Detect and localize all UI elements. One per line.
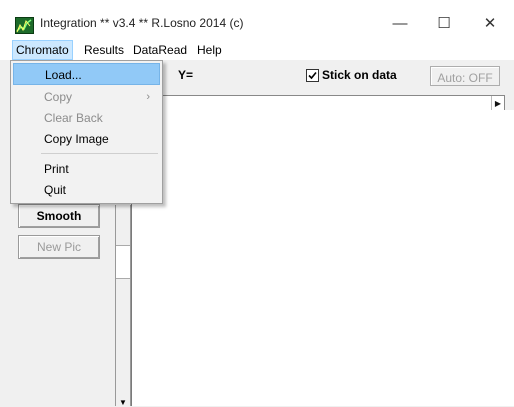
horizontal-scrollbar[interactable]: ▶ [131,95,505,111]
vertical-scroll-thumb[interactable] [116,245,130,279]
smooth-button[interactable]: Smooth [18,204,100,228]
menu-results[interactable]: Results [81,41,127,59]
scroll-down-arrow-icon[interactable]: ▼ [118,399,128,407]
stick-on-data-label: Stick on data [322,68,397,82]
menu-item-label: Quit [44,183,67,197]
menu-help[interactable]: Help [194,41,225,59]
menu-item-load[interactable]: Load... [13,63,160,85]
title-bar: Integration ** v3.4 ** R.Losno 2014 (c) … [0,0,514,40]
menu-separator [41,153,158,154]
menu-item-label: Copy [44,90,73,104]
menu-dataread[interactable]: DataRead [130,41,190,59]
plot-canvas[interactable] [131,110,514,406]
menu-bar: Chromato Results DataRead Help [0,40,514,60]
vertical-scrollbar[interactable]: ▼ [115,205,131,407]
window-title: Integration ** v3.4 ** R.Losno 2014 (c) [40,16,244,30]
chromato-dropdown-menu: Load... Copy › Clear Back Copy Image Pri… [10,60,163,204]
menu-chromato[interactable]: Chromato [12,40,73,60]
menu-item-copy[interactable]: Copy › [13,86,160,108]
app-icon [15,17,34,34]
y-value-label: Y= [178,68,194,82]
menu-item-label: Print [44,162,69,176]
new-pic-button[interactable]: New Pic [18,235,100,259]
menu-item-clear-back[interactable]: Clear Back [13,107,160,129]
submenu-arrow-icon: › [146,91,150,103]
close-button[interactable]: ✕ [470,8,510,38]
menu-item-copy-image[interactable]: Copy Image [13,128,160,150]
menu-item-label: Copy Image [44,132,109,146]
maximize-button[interactable]: ☐ [424,8,464,38]
checkmark-icon [308,71,317,80]
menu-item-quit[interactable]: Quit [13,179,160,201]
menu-item-label: Load... [45,68,82,82]
auto-off-button[interactable]: Auto: OFF [430,66,500,86]
menu-item-label: Clear Back [44,111,103,125]
stick-on-data-checkbox[interactable] [306,69,319,82]
minimize-button[interactable]: — [380,8,420,38]
menu-item-print[interactable]: Print [13,158,160,180]
scroll-right-arrow-icon[interactable]: ▶ [491,96,504,110]
